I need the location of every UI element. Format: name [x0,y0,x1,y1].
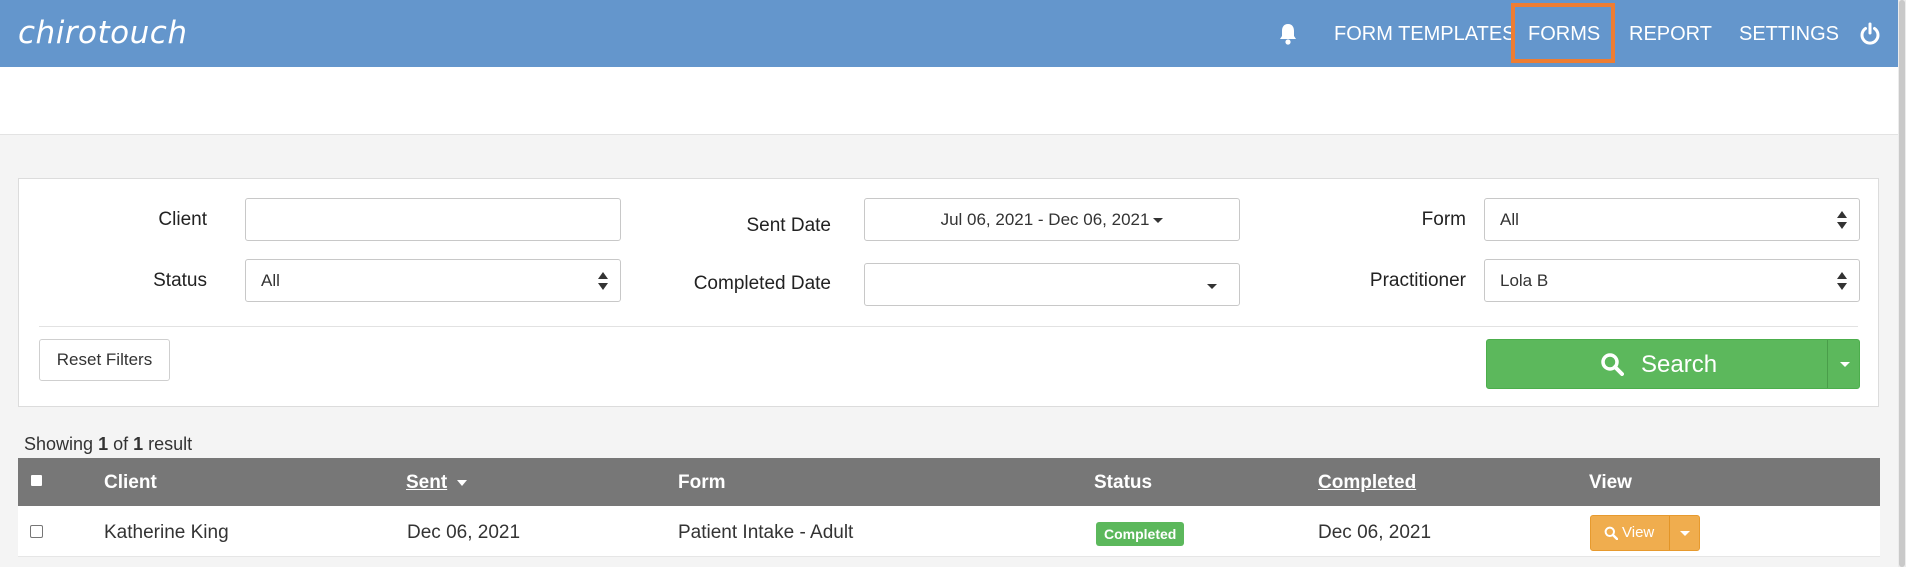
completed-date-label: Completed Date [693,273,831,294]
select-arrows-icon [1837,272,1847,290]
view-button[interactable]: View [1591,516,1669,550]
sent-date-range-picker[interactable]: Jul 06, 2021 - Dec 06, 2021 [864,198,1240,241]
select-all-checkbox[interactable] [30,474,43,487]
page-scrollbar[interactable] [1898,0,1906,567]
search-button-group: Search [1486,339,1860,389]
results-total: 1 [133,434,144,454]
completed-date-range-picker[interactable] [864,263,1240,306]
status-label: Status [153,270,207,291]
client-input[interactable] [245,198,621,241]
chevron-down-icon [1207,284,1217,289]
nav-forms[interactable]: FORMS [1528,0,1600,67]
form-select-value: All [1500,210,1519,229]
form-select[interactable]: All [1484,198,1860,241]
filter-divider [39,326,1858,327]
view-options-dropdown[interactable] [1670,516,1700,550]
practitioner-label: Practitioner [1369,270,1466,291]
row-form: Patient Intake - Adult [678,522,854,543]
row-client: Katherine King [104,522,229,543]
column-header-view: View [1589,472,1632,493]
row-checkbox[interactable] [30,525,43,538]
row-sent: Dec 06, 2021 [407,522,521,543]
status-select-value: All [261,271,280,290]
chevron-down-icon [1840,362,1850,367]
practitioner-select[interactable]: Lola B [1484,259,1860,302]
top-navbar: chirotouch FORM TEMPLATES FORMS REPORT S… [0,0,1898,67]
forms-table: Client Sent Form Status Completed View K… [18,458,1880,557]
column-header-form: Form [678,472,726,493]
chirotouch-logo[interactable]: chirotouch [18,18,187,49]
reset-filters-button[interactable]: Reset Filters [39,339,170,381]
row-completed: Dec 06, 2021 [1318,522,1432,543]
view-button-label: View [1622,524,1655,541]
client-label: Client [158,209,207,230]
page-header-band [0,67,1898,135]
column-header-status: Status [1094,472,1153,493]
results-shown: 1 [98,434,109,454]
nav-settings[interactable]: SETTINGS [1739,0,1839,67]
filter-panel: Client Sent Date Jul 06, 2021 - Dec 06, … [18,178,1879,407]
results-of: of [113,434,129,454]
nav-form-templates[interactable]: FORM TEMPLATES [1334,0,1516,67]
bell-icon[interactable] [1277,22,1299,46]
sent-date-label: Sent Date [746,215,832,236]
sent-sort-label: Sent [406,472,448,493]
search-icon [1604,526,1618,540]
column-header-client: Client [104,472,157,493]
select-arrows-icon [1837,211,1847,229]
nav-report[interactable]: REPORT [1629,0,1712,67]
search-options-dropdown[interactable] [1828,340,1860,388]
status-badge: Completed [1096,522,1185,546]
scrollbar-thumb[interactable] [1899,0,1905,567]
select-arrows-icon [598,272,608,290]
status-select[interactable]: All [245,259,621,302]
sent-date-value: Jul 06, 2021 - Dec 06, 2021 [940,210,1150,229]
column-header-completed[interactable]: Completed [1318,472,1416,494]
chevron-down-icon [1153,218,1164,224]
search-button[interactable]: Search [1487,340,1827,388]
results-suffix: result [148,434,193,454]
sort-desc-icon [457,479,468,486]
chevron-down-icon [1680,531,1690,536]
results-count: Showing 1 of 1 result [24,434,192,455]
search-button-label: Search [1641,351,1718,378]
form-label: Form [1421,209,1466,230]
practitioner-select-value: Lola B [1500,271,1549,290]
power-icon[interactable] [1859,22,1881,46]
view-button-group: View [1590,515,1700,551]
table-header: Client Sent Form Status Completed View [18,458,1880,506]
search-icon [1601,353,1624,376]
column-header-sent[interactable]: Sent [406,472,468,494]
table-row: Katherine King Dec 06, 2021 Patient Inta… [18,506,1880,557]
results-prefix: Showing [24,434,94,454]
